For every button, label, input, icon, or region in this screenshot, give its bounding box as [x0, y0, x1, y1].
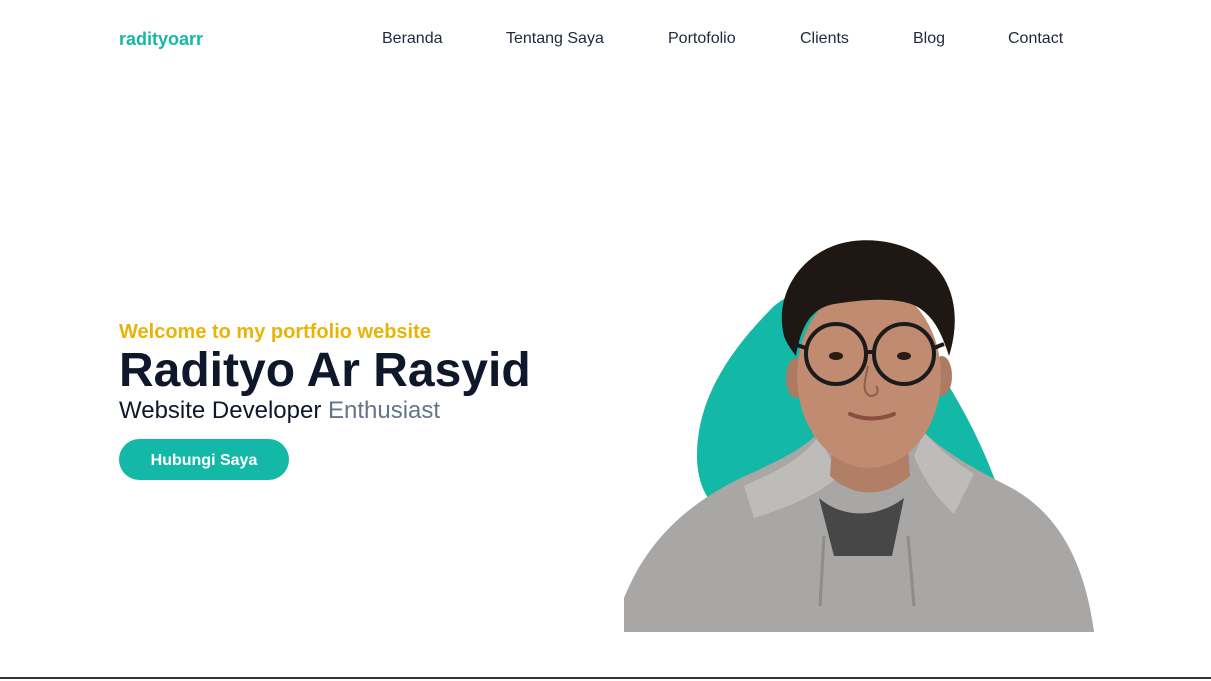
hero-section: Welcome to my portfolio website Radityo …	[119, 319, 599, 480]
nav-menu: Beranda Tentang Saya Portofolio Clients …	[0, 30, 1211, 52]
page: radityoarr Beranda Tentang Saya Portofol…	[0, 0, 1211, 681]
navbar: radityoarr Beranda Tentang Saya Portofol…	[0, 0, 1211, 80]
hero-eyebrow: Welcome to my portfolio website	[119, 321, 431, 343]
nav-link-blog[interactable]: Blog	[913, 30, 945, 48]
hero-role-muted: Enthusiast	[328, 397, 441, 424]
nav-link-contact[interactable]: Contact	[1008, 30, 1063, 48]
bottom-divider	[0, 677, 1211, 679]
hero-photo	[624, 236, 1094, 632]
profile-photo-illustration	[624, 240, 1094, 632]
nav-link-clients[interactable]: Clients	[800, 30, 849, 48]
hero-role: Website Developer Enthusiast	[119, 397, 599, 425]
hubungi-saya-button[interactable]: Hubungi Saya	[119, 439, 289, 480]
nav-link-beranda[interactable]: Beranda	[382, 30, 443, 48]
nav-link-portofolio[interactable]: Portofolio	[668, 30, 736, 48]
nav-link-tentang-saya[interactable]: Tentang Saya	[506, 30, 604, 48]
hero-role-main: Website Developer	[119, 397, 322, 424]
hero-name: Radityo Ar Rasyid	[119, 344, 531, 397]
